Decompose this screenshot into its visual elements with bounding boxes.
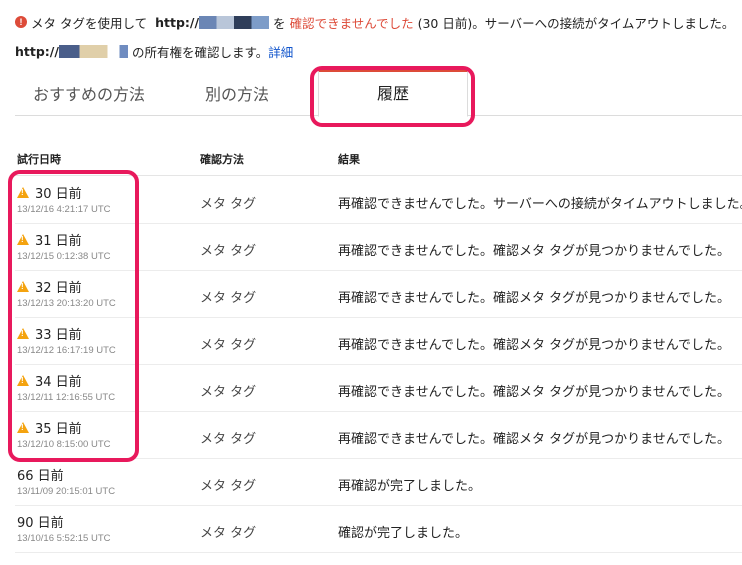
highlight-box-rows — [8, 170, 139, 462]
alert-text-before: メタ タグを使用して — [31, 15, 148, 31]
redacted-url — [199, 15, 270, 29]
days-ago: 66 日前 — [17, 469, 64, 484]
method: メタ タグ — [200, 291, 257, 306]
status-alert: ! メタ タグを使用して http:// を 確認できませんでした (30 日前… — [15, 13, 734, 31]
table-row: 66 日前 13/11/09 20:15:01 UTC メタ タグ 再確認が完了しまし… — [15, 459, 742, 506]
header-method: 確認方法 — [200, 153, 244, 166]
method: メタ タグ — [200, 338, 257, 353]
header-attempt-date: 試行日時 — [17, 153, 61, 166]
highlight-box-tab — [310, 66, 475, 127]
method: メタ タグ — [200, 526, 257, 541]
alert-error-text: 確認できませんでした — [289, 15, 414, 31]
ownership-url: http:// — [15, 43, 59, 59]
result: 確認が完了しました。 — [338, 526, 469, 541]
error-icon: ! — [15, 16, 27, 28]
attempt-when: 66 日前 — [17, 465, 64, 484]
alert-text-after: (30 日前)。サーバーへの接続がタイムアウトしました。 — [417, 15, 735, 31]
tab-recommended[interactable]: おすすめの方法 — [33, 69, 145, 116]
timestamp: 13/10/16 5:52:15 UTC — [17, 533, 111, 544]
alert-text-mid: を — [273, 15, 286, 31]
result: 再確認できませんでした。確認メタ タグが見つかりませんでした。 — [338, 291, 731, 306]
method: メタ タグ — [200, 479, 257, 494]
timestamp: 13/11/09 20:15:01 UTC — [17, 486, 116, 497]
ownership-text: の所有権を確認します。 — [131, 44, 269, 60]
details-link[interactable]: 詳細 — [268, 42, 293, 61]
result: 再確認できませんでした。サーバーへの接続がタイムアウトしました。 — [338, 197, 742, 212]
result: 再確認できませんでした。確認メタ タグが見つかりませんでした。 — [338, 338, 731, 353]
days-ago: 90 日前 — [17, 516, 64, 531]
result: 再確認が完了しました。 — [338, 479, 482, 494]
method: メタ タグ — [200, 432, 257, 447]
tab-alternate[interactable]: 別の方法 — [205, 69, 269, 116]
table-row: 90 日前 13/10/16 5:52:15 UTC メタ タグ 確認が完了しました。 — [15, 506, 742, 553]
method: メタ タグ — [200, 197, 257, 212]
ownership-line: http:// の所有権を確認します。 詳細 — [15, 41, 293, 61]
result: 再確認できませんでした。確認メタ タグが見つかりませんでした。 — [338, 432, 731, 447]
alert-url: http:// — [155, 14, 200, 30]
result: 再確認できませんでした。確認メタ タグが見つかりませんでした。 — [338, 244, 731, 259]
redacted-url — [58, 44, 128, 58]
attempt-when: 90 日前 — [17, 512, 64, 531]
method: メタ タグ — [200, 385, 257, 400]
method: メタ タグ — [200, 244, 257, 259]
header-result: 結果 — [338, 153, 360, 166]
result: 再確認できませんでした。確認メタ タグが見つかりませんでした。 — [338, 385, 731, 400]
